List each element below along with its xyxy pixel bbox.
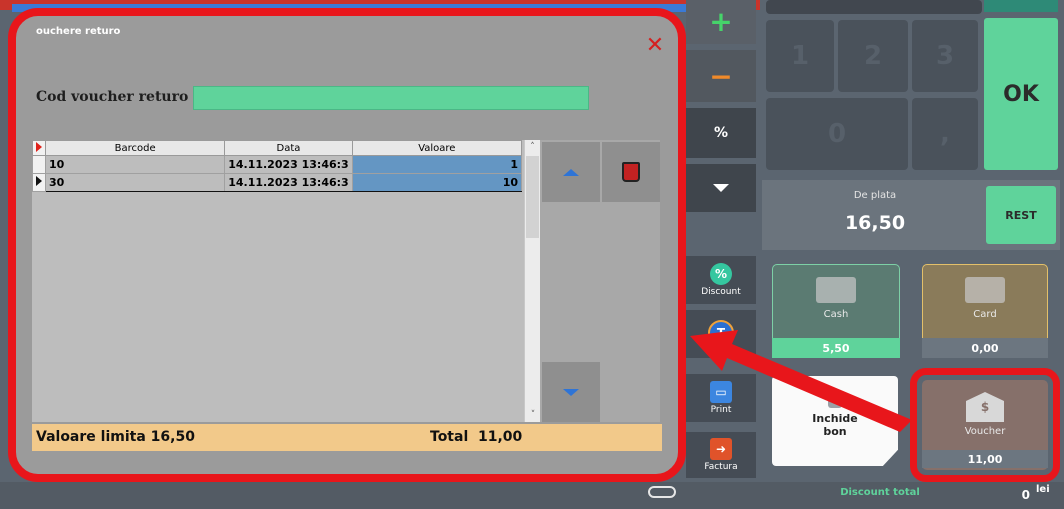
dialog-highlight-outline (8, 8, 686, 482)
